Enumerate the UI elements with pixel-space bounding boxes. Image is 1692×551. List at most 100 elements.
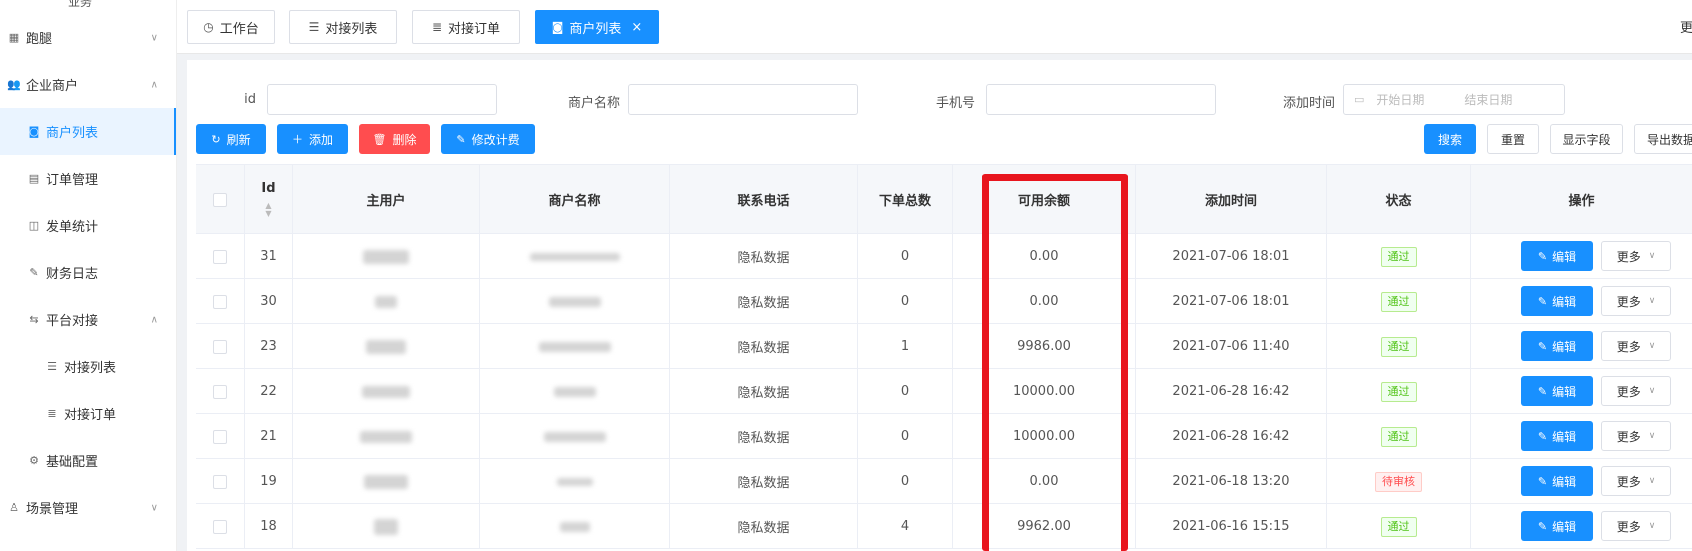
filter-phone-input[interactable] [986,84,1216,115]
delete-button[interactable]: 🗑 删除 [359,124,430,154]
cell-add-time: 2021-06-28 16:42 [1136,414,1327,459]
sidebar-item-scene-management[interactable]: ♙ 场景管理 ∨ [0,484,176,531]
edit-button[interactable]: ✎ 编辑 [1521,421,1593,451]
merchant-table: Id ▲ ▼ 主用户 商户名称 联系电话 下单总数 可用余额 添加时间 状态 操作 … [196,164,1692,551]
order-icon: ≣ [431,20,443,34]
export-button[interactable]: 导出数据 [1634,124,1692,154]
tab-label: 商户列表 [569,21,622,37]
swap-icon: ⇆ [29,313,39,326]
row-select-cell [196,234,245,279]
more-dropdown-button[interactable]: 更多 ∨ [1601,511,1671,541]
more-button-label: 更多 [1616,384,1641,399]
list-icon: ☰ [47,360,57,373]
sidebar-item-merchant-list[interactable]: ◙ 商户列表 [0,108,176,155]
edit-document-icon: ✎ [29,266,39,279]
refresh-button[interactable]: ↻ 刷新 [196,124,266,154]
add-button[interactable]: ＋ 添加 [277,124,348,154]
more-dropdown-button[interactable]: 更多 ∨ [1601,241,1671,271]
more-dropdown-button[interactable]: 更多 ∨ [1601,376,1671,406]
row-checkbox[interactable] [213,384,227,399]
edit-button[interactable]: ✎ 编辑 [1521,241,1593,271]
edit-icon: ✎ [1537,339,1548,353]
row-checkbox[interactable] [213,519,227,534]
select-all-checkbox[interactable] [213,192,227,207]
redacted-main-user [363,249,409,264]
show-fields-button-label: 显示字段 [1562,132,1611,147]
filter-merchant-name-input[interactable] [628,84,858,115]
cell-status: 通过 [1327,279,1471,324]
more-dropdown-button[interactable]: 更多 ∨ [1601,286,1671,316]
tab-integration-list[interactable]: ☰ 对接列表 [289,10,397,44]
cell-total-orders: 0 [858,279,953,324]
start-date-placeholder[interactable]: 开始日期 [1376,91,1464,108]
sidebar-item-basic-config[interactable]: ⚙ 基础配置 [0,437,176,484]
status-badge: 通过 [1380,246,1417,267]
show-fields-button[interactable]: 显示字段 [1550,124,1623,154]
sidebar-item-order-management[interactable]: ▤ 订单管理 [0,155,176,202]
sidebar-item-label: 企业商户 [26,79,79,94]
list-icon: ☰ [308,20,320,34]
reset-button-label: 重置 [1500,132,1525,147]
sidebar-item-enterprise-merchant[interactable]: 👥 企业商户 ∧ [0,61,176,108]
more-dropdown-button[interactable]: 更多 ∨ [1601,331,1671,361]
filter-date-range[interactable]: ▭ 开始日期 结束日期 [1343,84,1565,115]
cell-status: 通过 [1327,324,1471,369]
add-button-label: 添加 [308,132,333,147]
table-row: 22 隐私数据 0 10000.00 2021-06-28 16:42 通过 ✎… [196,369,1692,414]
sidebar-item-dispatch-stats[interactable]: ◫ 发单统计 [0,202,176,249]
sidebar-item-integration-orders[interactable]: ≣ 对接订单 [0,390,176,437]
row-checkbox[interactable] [213,339,227,354]
cell-id: 30 [245,279,293,324]
header-balance: 可用余额 [953,165,1136,234]
end-date-placeholder[interactable]: 结束日期 [1464,91,1512,108]
status-badge: 待审核 [1375,471,1422,492]
header-main-user: 主用户 [293,165,480,234]
more-dropdown-button[interactable]: 更多 ∨ [1601,466,1671,496]
sidebar-item-finance-log[interactable]: ✎ 财务日志 [0,249,176,296]
search-button[interactable]: 搜索 [1424,124,1476,154]
header-total-orders: 下单总数 [858,165,953,234]
row-checkbox[interactable] [213,474,227,489]
reset-button[interactable]: 重置 [1487,124,1539,154]
header-id[interactable]: Id ▲ ▼ [245,165,293,234]
edit-button-label: 编辑 [1552,339,1577,354]
edit-button-label: 编辑 [1552,519,1577,534]
cell-id: 31 [245,234,293,279]
sidebar-item-platform-integration[interactable]: ⇆ 平台对接 ∧ [0,296,176,343]
more-dropdown-button[interactable]: 更多 ∨ [1601,421,1671,451]
cell-id: 23 [245,324,293,369]
edit-button[interactable]: ✎ 编辑 [1521,331,1593,361]
row-checkbox[interactable] [213,429,227,444]
header-edge-text[interactable]: 更 [1680,17,1692,36]
filter-id-input[interactable] [267,84,497,115]
sidebar-item-integration-list[interactable]: ☰ 对接列表 [0,343,176,390]
cell-balance: 0.00 [953,279,1136,324]
sidebar-item-label: 场景管理 [26,502,79,517]
sort-icon[interactable]: ▲ ▼ [265,202,271,218]
cell-merchant-name [480,504,670,549]
sidebar: 业务 ▦ 跑腿 ∨ 👥 企业商户 ∧ ◙ 商户列表 ▤ 订单管理 ◫ 发单统计 … [0,0,177,551]
redacted-main-user [364,474,408,489]
sidebar-item-label: 对接列表 [64,361,117,376]
row-checkbox[interactable] [213,294,227,309]
edit-button[interactable]: ✎ 编辑 [1521,376,1593,406]
cell-phone: 隐私数据 [670,459,858,504]
grid-icon: ▦ [8,31,20,44]
sidebar-item-label: 跑腿 [26,32,53,47]
edit-button-label: 编辑 [1552,249,1577,264]
cell-total-orders: 0 [858,459,953,504]
edit-fee-button[interactable]: ✎ 修改计费 [441,124,535,154]
edit-button[interactable]: ✎ 编辑 [1521,511,1593,541]
tab-merchant-list[interactable]: ◙ 商户列表 × [535,10,659,44]
close-icon[interactable]: × [631,20,642,35]
chevron-down-icon: ∨ [1648,386,1656,396]
tab-integration-orders[interactable]: ≣ 对接订单 [412,10,520,44]
cell-status: 通过 [1327,414,1471,459]
plus-icon: ＋ [291,133,303,146]
header-actions: 操作 [1568,194,1595,209]
tab-workbench[interactable]: ◷ 工作台 [187,10,275,44]
edit-button[interactable]: ✎ 编辑 [1521,286,1593,316]
sidebar-item-errand[interactable]: ▦ 跑腿 ∨ [0,14,176,61]
edit-button[interactable]: ✎ 编辑 [1521,466,1593,496]
row-checkbox[interactable] [213,249,227,264]
